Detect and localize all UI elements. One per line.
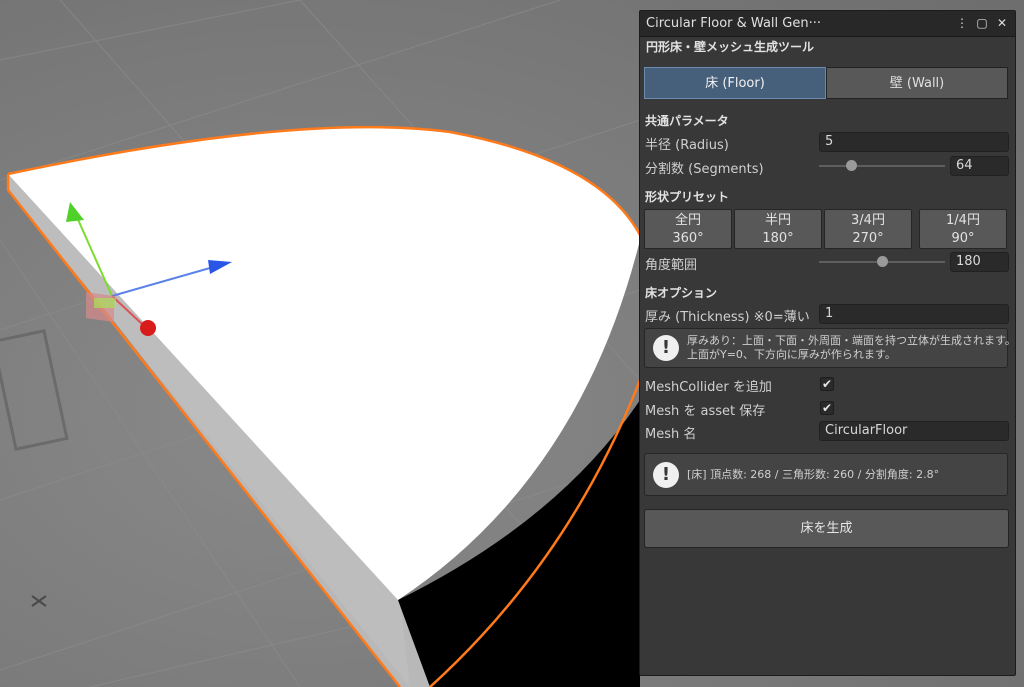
close-icon[interactable]: ✕ bbox=[995, 15, 1009, 31]
info-icon: ! bbox=[653, 462, 679, 488]
help-line-2: 上面がY=0、下方向に厚みが作られます。 bbox=[687, 348, 896, 361]
mesh-name-label: Mesh 名 bbox=[645, 427, 697, 442]
radius-label: 半径 (Radius) bbox=[645, 138, 729, 153]
info-icon: ! bbox=[653, 335, 679, 361]
preset-three-quarter-button[interactable]: 3/4円 270° bbox=[824, 209, 912, 249]
angle-slider-handle[interactable] bbox=[877, 256, 888, 267]
tab-floor[interactable]: 床 (Floor) bbox=[644, 67, 826, 99]
preset-name: 3/4円 bbox=[851, 213, 885, 228]
radius-field[interactable]: 5 bbox=[819, 132, 1009, 152]
preset-angle: 90° bbox=[951, 231, 975, 246]
preset-half-circle-button[interactable]: 半円 180° bbox=[734, 209, 822, 249]
preset-heading: 形状プリセット bbox=[645, 190, 730, 204]
help-line-1: 厚みあり：上面・下面・外周面・端面を持つ立体が生成されます。 bbox=[687, 334, 1016, 347]
thickness-label: 厚み (Thickness) ※0=薄い bbox=[645, 310, 810, 325]
preset-name: 半円 bbox=[764, 213, 791, 228]
generate-floor-button[interactable]: 床を生成 bbox=[644, 509, 1009, 548]
save-asset-checkbox[interactable]: ✔ bbox=[820, 401, 834, 415]
segments-field[interactable]: 64 bbox=[950, 156, 1009, 176]
preset-angle: 270° bbox=[852, 231, 884, 246]
preset-angle: 360° bbox=[672, 231, 704, 246]
segments-label: 分割数 (Segments) bbox=[645, 162, 764, 177]
mesh-name-field[interactable]: CircularFloor bbox=[819, 421, 1009, 441]
thickness-field[interactable]: 1 bbox=[819, 304, 1009, 324]
collider-checkbox[interactable]: ✔ bbox=[820, 377, 834, 391]
preset-name: 全円 bbox=[674, 213, 701, 228]
segments-slider-handle[interactable] bbox=[846, 160, 857, 171]
window-title: Circular Floor & Wall Gen··· bbox=[646, 16, 821, 31]
window-titlebar[interactable]: Circular Floor & Wall Gen··· ⋮ ▢ ✕ bbox=[640, 11, 1015, 37]
preset-angle: 180° bbox=[762, 231, 794, 246]
more-icon[interactable]: ⋮ bbox=[955, 15, 969, 31]
mesh-stats-text: [床] 頂点数: 268 / 三角形数: 260 / 分割角度: 2.8° bbox=[687, 468, 940, 481]
preset-row: 全円 360° 半円 180° 3/4円 270° 1/4円 90° bbox=[644, 209, 1010, 249]
floor-options-heading: 床オプション bbox=[645, 286, 718, 300]
maximize-icon[interactable]: ▢ bbox=[975, 15, 989, 31]
mode-tabs: 床 (Floor) 壁 (Wall) bbox=[644, 67, 1008, 99]
preset-quarter-button[interactable]: 1/4円 90° bbox=[919, 209, 1007, 249]
tool-subtitle: 円形床・壁メッシュ生成ツール bbox=[646, 40, 815, 54]
collider-label: MeshCollider を追加 bbox=[645, 380, 772, 395]
common-params-heading: 共通パラメータ bbox=[645, 114, 729, 128]
stats-help-box: ! [床] 頂点数: 268 / 三角形数: 260 / 分割角度: 2.8° bbox=[644, 453, 1008, 496]
editor-window: Circular Floor & Wall Gen··· ⋮ ▢ ✕ 円形床・壁… bbox=[639, 10, 1016, 676]
preset-full-circle-button[interactable]: 全円 360° bbox=[644, 209, 732, 249]
gizmo-x-handle-icon[interactable] bbox=[140, 320, 156, 336]
thickness-help-box: ! 厚みあり：上面・下面・外周面・端面を持つ立体が生成されます。 上面がY=0、… bbox=[644, 328, 1016, 368]
angle-field[interactable]: 180 bbox=[950, 252, 1009, 272]
preset-name: 1/4円 bbox=[946, 213, 980, 228]
angle-range-label: 角度範囲 bbox=[645, 258, 698, 273]
save-asset-label: Mesh を asset 保存 bbox=[645, 404, 766, 419]
segments-slider-track[interactable] bbox=[819, 165, 945, 167]
tab-wall[interactable]: 壁 (Wall) bbox=[826, 67, 1008, 99]
